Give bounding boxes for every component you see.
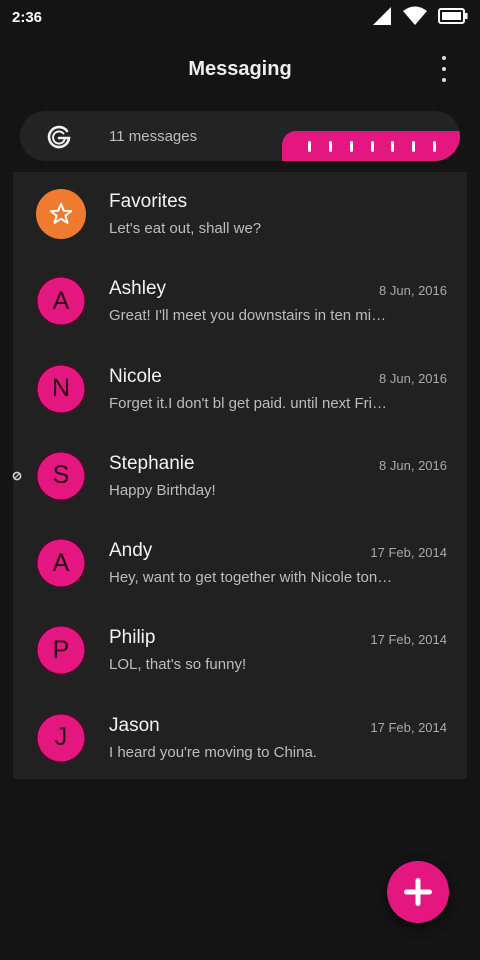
conversation-list: Favorites Let's eat out, shall we? A Ash… — [13, 172, 467, 779]
conversation-row[interactable]: A Ashley 8 Jun, 2016 Great! I'll meet yo… — [13, 259, 467, 346]
message-preview: Hey, want to get together with Nicole to… — [109, 569, 394, 587]
new-message-button[interactable] — [387, 861, 449, 923]
g-logo-icon — [46, 124, 72, 150]
message-date: 8 Jun, 2016 — [379, 370, 447, 386]
wifi-icon — [402, 6, 428, 26]
avatar: J — [36, 712, 86, 763]
message-preview: LOL, that's so funny! — [109, 656, 247, 674]
battery-icon — [438, 7, 468, 25]
status-icons — [372, 6, 468, 26]
summary-pill — [282, 131, 460, 161]
conversation-row[interactable]: N Nicole 8 Jun, 2016 Forget it.I don't b… — [13, 347, 467, 434]
contact-name: Stephanie — [109, 452, 195, 474]
avatar-favorites — [36, 189, 86, 239]
message-count: 11 messages — [109, 128, 198, 145]
avatar: A — [36, 276, 86, 327]
contact-name: Andy — [109, 540, 153, 562]
avatar: N — [36, 363, 86, 414]
message-date: 8 Jun, 2016 — [379, 457, 447, 473]
signal-icon — [372, 6, 392, 26]
message-summary-bar[interactable]: 11 messages — [20, 111, 460, 161]
messaging-screen: 2:36 Messaging 11 messages Favorites Let… — [0, 0, 480, 960]
plus-icon — [404, 878, 432, 906]
app-bar: Messaging — [0, 44, 480, 94]
contact-name: Ashley — [109, 278, 167, 300]
avatar: A — [36, 538, 86, 589]
message-preview: Let's eat out, shall we? — [109, 220, 262, 237]
status-time: 2:36 — [12, 9, 43, 26]
star-icon — [49, 202, 73, 224]
contact-name: Jason — [109, 714, 160, 736]
message-date: 8 Jun, 2016 — [379, 283, 447, 299]
conversation-row[interactable]: J Jason 17 Feb, 2014 I heard you're movi… — [13, 696, 467, 783]
contact-name: Nicole — [109, 365, 162, 387]
avatar: P — [36, 625, 86, 676]
contact-name: Favorites — [109, 191, 188, 212]
message-preview: Forget it.I don't bl get paid. until nex… — [109, 394, 394, 412]
message-preview: Great! I'll meet you downstairs in ten m… — [109, 307, 394, 325]
message-preview: I heard you're moving to China. — [109, 743, 317, 761]
more-vert-icon[interactable] — [434, 56, 454, 82]
conversation-row[interactable]: A Andy 17 Feb, 2014 Hey, want to get tog… — [13, 521, 467, 608]
conversation-row[interactable]: P Philip 17 Feb, 2014 LOL, that's so fun… — [13, 608, 467, 695]
message-preview: Happy Birthday! — [109, 481, 216, 499]
edge-handle-icon[interactable] — [12, 468, 22, 481]
contact-name: Philip — [109, 627, 156, 649]
conversation-row-favorites[interactable]: Favorites Let's eat out, shall we? — [13, 172, 467, 259]
status-bar: 2:36 — [0, 0, 480, 36]
message-date: 17 Feb, 2014 — [370, 632, 447, 648]
message-date: 17 Feb, 2014 — [370, 719, 447, 735]
app-title: Messaging — [188, 58, 292, 80]
avatar: S — [36, 450, 86, 501]
conversation-row[interactable]: S Stephanie 8 Jun, 2016 Happy Birthday! — [13, 434, 467, 521]
message-date: 17 Feb, 2014 — [370, 545, 447, 561]
